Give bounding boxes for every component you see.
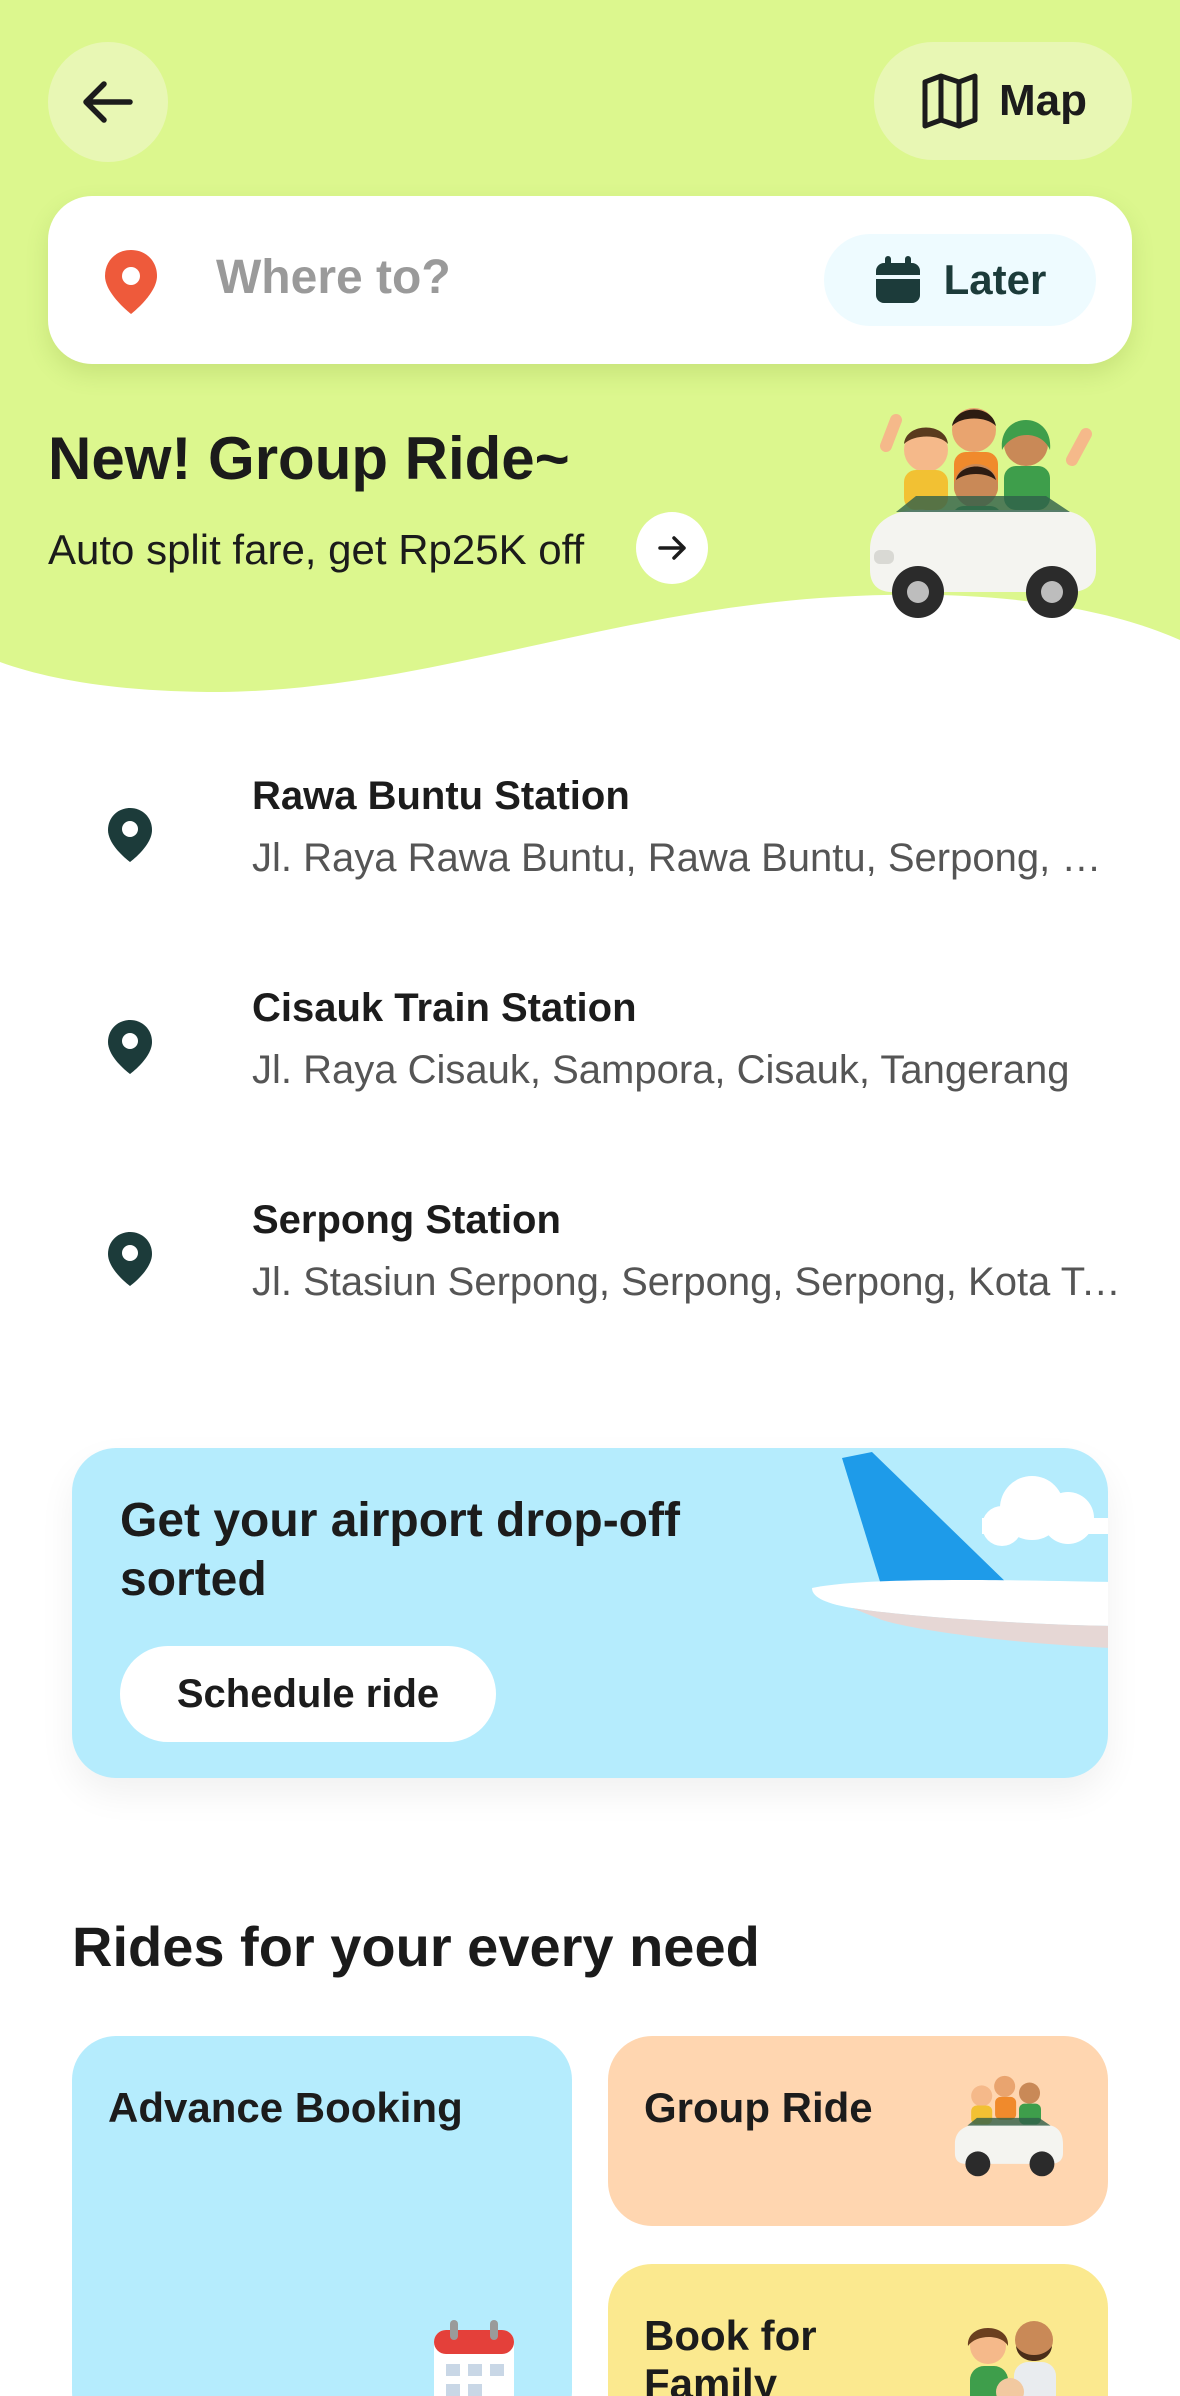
airport-dropoff-banner[interactable]: Get your airport drop-off sorted Schedul… — [72, 1448, 1108, 1778]
calendar-icon — [434, 2320, 514, 2396]
card-label: Advance Booking — [108, 2084, 463, 2131]
location-pin-icon — [108, 808, 152, 862]
card-label: Group Ride — [644, 2084, 873, 2131]
group-ride-car-illustration — [954, 2075, 1063, 2177]
location-pin-icon — [105, 250, 157, 314]
place-address: Jl. Stasiun Serpong, Serpong, Serpong, K… — [252, 1260, 1128, 1304]
arrow-left-icon — [83, 81, 133, 123]
group-ride-card[interactable]: Group Ride — [608, 2036, 1108, 2226]
arrow-right-icon — [658, 536, 686, 560]
list-item[interactable]: Serpong Station Jl. Stasiun Serpong, Ser… — [0, 1164, 1180, 1364]
family-illustration — [967, 2321, 1056, 2396]
place-name: Cisauk Train Station — [252, 986, 637, 1030]
airport-banner-title: Get your airport drop-off sorted — [120, 1494, 680, 1606]
place-name: Serpong Station — [252, 1198, 561, 1242]
card-label: Book for Family — [644, 2312, 817, 2396]
book-for-family-card[interactable]: Book for Family — [608, 2264, 1108, 2396]
search-placeholder[interactable]: Where to? — [216, 250, 451, 305]
section-title: Rides for your every need — [72, 1915, 760, 1978]
airplane-illustration — [812, 1452, 1108, 1648]
map-button[interactable]: Map — [874, 42, 1132, 160]
promo-arrow-button[interactable] — [636, 512, 708, 584]
back-button[interactable] — [48, 42, 168, 162]
promo-title[interactable]: New! Group Ride~ — [48, 424, 570, 493]
place-address: Jl. Raya Cisauk, Sampora, Cisauk, Tanger… — [252, 1048, 1070, 1092]
schedule-ride-button[interactable]: Schedule ride — [120, 1646, 496, 1742]
calendar-icon — [875, 256, 920, 303]
later-button-label: Later — [943, 256, 1047, 303]
place-address: Jl. Raya Rawa Buntu, Rawa Buntu, Serpong… — [252, 836, 1128, 880]
list-item[interactable]: Cisauk Train Station Jl. Raya Cisauk, Sa… — [0, 952, 1180, 1152]
list-item[interactable]: Rawa Buntu Station Jl. Raya Rawa Buntu, … — [0, 740, 1180, 940]
promo-subtitle[interactable]: Auto split fare, get Rp25K off — [48, 526, 584, 574]
destination-search-bar[interactable]: Where to? Later — [48, 196, 1132, 364]
place-name: Rawa Buntu Station — [252, 774, 630, 818]
map-button-label: Map — [999, 76, 1087, 125]
location-pin-icon — [108, 1232, 152, 1286]
location-pin-icon — [108, 1020, 152, 1074]
map-icon — [922, 73, 978, 129]
group-ride-car-illustration — [870, 408, 1096, 618]
later-button[interactable]: Later — [824, 234, 1096, 326]
advance-booking-card[interactable]: Advance Booking — [72, 2036, 572, 2396]
hero-section: Map Where to? Later New! Group Ride~ Aut… — [0, 0, 1180, 700]
